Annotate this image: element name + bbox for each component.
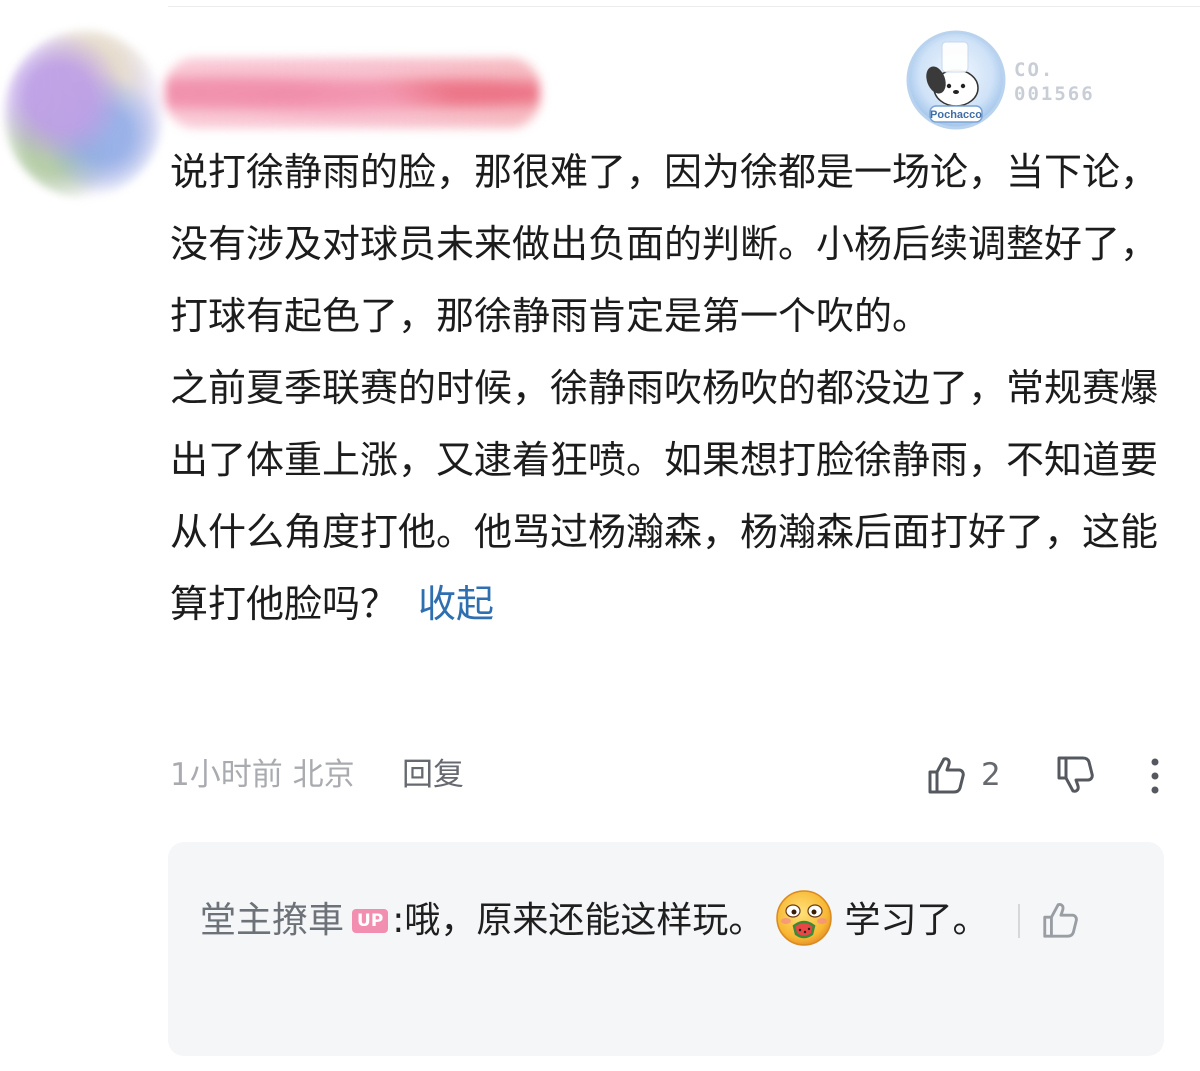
sub-reply-content: 堂主撩車 UP:哦，原来还能这样玩。 学习了。 (200, 886, 1100, 956)
sub-reply-thumbs-up-icon[interactable] (1040, 900, 1080, 940)
fan-badge-number: CO. 001566 (1014, 58, 1095, 106)
username-blurred[interactable] (165, 58, 540, 128)
more-vertical-icon[interactable] (1145, 756, 1165, 796)
sub-reply-separator: : (392, 900, 405, 941)
sub-reply-divider (1018, 904, 1021, 938)
comment-body: 说打徐静雨的脸，那很难了，因为徐都是一场论，当下论，没有涉及对球员未来做出负面的… (170, 136, 1170, 640)
up-tag-badge: UP (352, 909, 389, 933)
fan-badge-icon: Pochacco (906, 30, 1006, 130)
comment-paragraph-2-text: 之前夏季联赛的时候，徐静雨吹杨吹的都没边了，常规赛爆出了体重上涨，又逮着狂喷。如… (170, 366, 1159, 626)
sub-reply-text-1: 哦，原来还能这样玩。 (404, 900, 765, 941)
badge-number-line2: 001566 (1014, 83, 1095, 105)
comment-meta-row: 1小时前 北京 回复 2 (170, 752, 1170, 798)
reply-button[interactable]: 回复 (402, 752, 464, 798)
comment-paragraph-2: 之前夏季联赛的时候，徐静雨吹杨吹的都没边了，常规赛爆出了体重上涨，又逮着狂喷。如… (170, 352, 1170, 640)
collapse-link[interactable]: 收起 (418, 582, 494, 626)
comment-paragraph-1: 说打徐静雨的脸，那很难了，因为徐都是一场论，当下论，没有涉及对球员未来做出负面的… (170, 150, 1159, 338)
sub-reply-box[interactable]: 堂主撩車 UP:哦，原来还能这样玩。 学习了。 (168, 842, 1164, 1056)
thumbs-down-icon (1057, 756, 1094, 793)
dislike-button[interactable] (1054, 754, 1098, 811)
badge-number-line1: CO. (1014, 59, 1055, 81)
top-divider (168, 6, 1200, 7)
like-count: 2 (981, 757, 1001, 793)
like-button[interactable]: 2 (925, 752, 1001, 798)
badge-name: Pochacco (930, 109, 982, 121)
avatar[interactable] (4, 30, 164, 198)
thumbs-up-icon (928, 757, 965, 794)
eating-watermelon-emoji-icon (776, 890, 833, 946)
comment-time-location: 1小时前 北京 (170, 757, 355, 793)
sub-reply-author[interactable]: 堂主撩車 (200, 900, 344, 941)
sub-reply-text-2: 学习了。 (844, 900, 989, 941)
